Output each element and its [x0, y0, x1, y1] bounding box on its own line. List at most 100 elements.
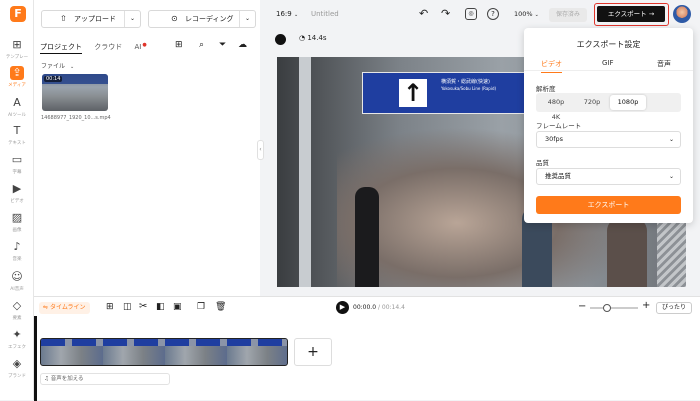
- chevron-down-icon: ⌄: [293, 12, 299, 18]
- record-button[interactable]: ⊙ レコーディング ⌄: [148, 10, 256, 28]
- sidebar-item-label: テンプレー: [5, 55, 29, 60]
- chevron-down-icon[interactable]: ⌄: [239, 11, 255, 27]
- sidebar-item-elements[interactable]: ◇ 要素: [0, 299, 34, 329]
- clip-filmstrip: [41, 339, 287, 346]
- help-icon[interactable]: ?: [487, 8, 499, 20]
- sidebar-item-label: ビデオ: [10, 199, 24, 204]
- crop-icon[interactable]: ◧: [156, 302, 165, 312]
- time-total: 00:14.4: [381, 304, 405, 311]
- media-icon: ⇪: [10, 66, 24, 80]
- divider: [524, 70, 693, 71]
- chevron-down-icon[interactable]: ⌄: [124, 11, 140, 27]
- framerate-value: 30fps: [545, 135, 564, 143]
- tab-gif[interactable]: GIF: [602, 59, 614, 67]
- upload-label: アップロード: [74, 15, 116, 23]
- export-top-button[interactable]: エクスポート →: [597, 6, 665, 22]
- zoom-dropdown[interactable]: 100% ⌄: [514, 10, 539, 18]
- cloud-icon[interactable]: ☁: [238, 40, 247, 50]
- chevron-down-icon: ⌄: [668, 136, 674, 143]
- resolution-480p[interactable]: 480p: [538, 95, 574, 110]
- export-confirm-button[interactable]: エクスポート: [536, 196, 681, 214]
- duration-display[interactable]: ◔ 14.4s: [299, 34, 327, 42]
- video-clip[interactable]: [40, 338, 288, 366]
- station-sign: ↑ 横須賀・総武線(快速) Yokosuka/Sobu Line (Rapid): [362, 72, 533, 114]
- timeline-toggle[interactable]: ⇋ タイムライン: [39, 302, 90, 314]
- sidebar-item-label: 画像: [12, 228, 22, 233]
- ai-tools-icon: A: [13, 96, 21, 109]
- quality-select[interactable]: 推奨品質 ⌄: [536, 168, 681, 185]
- framerate-select[interactable]: 30fps ⌄: [536, 131, 681, 148]
- arrow-right-icon: →: [648, 10, 655, 18]
- add-audio-button[interactable]: ♫ 音声を加える: [40, 373, 170, 385]
- subtitle-icon[interactable]: ▣: [173, 302, 182, 312]
- fit-button[interactable]: ぴったり: [656, 302, 692, 314]
- sidebar-item-brand[interactable]: ◈ ブランド: [0, 357, 34, 387]
- resolution-1080p[interactable]: 1080p: [610, 95, 646, 110]
- sidebar-item-effects[interactable]: ✦ エフェク: [0, 328, 34, 358]
- person-silhouette: [355, 187, 379, 287]
- media-thumbnail[interactable]: 00:14: [42, 74, 108, 111]
- left-rail: F ⊞ テンプレー ⇪ メディア A AIツール T テキスト ▭ 字幕 ▶ ビデオ ▨ 画像 ♪ 音楽 ☺ AI…: [0, 0, 34, 400]
- sidebar-item-video[interactable]: ▶ ビデオ: [0, 182, 34, 212]
- resolution-label: 解析度: [536, 85, 556, 93]
- sidebar-item-image[interactable]: ▨ 画像: [0, 211, 34, 241]
- tab-project[interactable]: プロジェクト: [40, 43, 82, 54]
- project-title[interactable]: Untitled: [311, 10, 339, 18]
- framerate-label: フレームレート: [536, 122, 582, 130]
- ai-badge-dot: ●: [142, 42, 147, 48]
- sidebar-item-media[interactable]: ⇪ メディア: [0, 66, 34, 96]
- sign-arrow: ↑: [399, 79, 427, 107]
- background-color-swatch[interactable]: [275, 34, 286, 45]
- undo-icon[interactable]: ↶: [419, 7, 428, 20]
- tab-cloud[interactable]: クラウド: [94, 43, 122, 51]
- play-icon[interactable]: ▶: [336, 301, 349, 314]
- resolution-720p[interactable]: 720p: [574, 95, 610, 110]
- upload-icon: ⇧: [60, 14, 67, 23]
- tab-ai[interactable]: AI: [134, 43, 141, 51]
- brand-icon: ◈: [12, 357, 22, 370]
- collapse-panel-handle[interactable]: ‹: [257, 140, 264, 160]
- sidebar-item-label: AI音声: [10, 287, 24, 292]
- zoom-label: 100%: [514, 10, 533, 18]
- folder-dropdown[interactable]: ファイル ⌄: [41, 61, 74, 70]
- image-icon: ▨: [11, 211, 23, 224]
- app-logo-icon: F: [10, 6, 26, 22]
- split-icon[interactable]: ◫: [123, 302, 132, 312]
- upload-button[interactable]: ⇧ アップロード ⌄: [41, 10, 141, 28]
- resolution-segmented: 480p 720p 1080p4K: [536, 93, 681, 121]
- aspect-ratio-label: 16:9: [276, 10, 292, 18]
- scissors-icon[interactable]: ✂: [139, 301, 147, 312]
- add-track-button[interactable]: +: [294, 338, 332, 366]
- add-clip-icon[interactable]: ⊞: [106, 302, 114, 312]
- effects-icon: ✦: [12, 328, 22, 341]
- delete-icon[interactable]: 🗑: [215, 302, 226, 312]
- music-icon: ♪: [13, 240, 21, 253]
- saved-status: 保存済み: [549, 8, 587, 22]
- zoom-in-icon[interactable]: +: [642, 300, 650, 311]
- redo-icon[interactable]: ↷: [441, 7, 450, 20]
- duplicate-icon[interactable]: ❐: [197, 302, 205, 312]
- sidebar-item-music[interactable]: ♪ 音楽: [0, 240, 34, 270]
- elements-icon: ◇: [12, 299, 22, 312]
- sidebar-item-template[interactable]: ⊞ テンプレー: [0, 38, 34, 68]
- screenshot-icon[interactable]: ◎: [465, 8, 477, 20]
- filter-icon[interactable]: ⏷: [219, 40, 226, 50]
- sidebar-item-label: エフェク: [8, 345, 26, 350]
- sidebar-item-ai-tools[interactable]: A AIツール: [0, 96, 34, 126]
- zoom-slider-thumb[interactable]: [603, 304, 611, 312]
- sidebar-item-ai-voice[interactable]: ☺ AI音声: [0, 270, 34, 300]
- search-icon[interactable]: ⌕: [199, 40, 204, 50]
- avatar[interactable]: [673, 5, 691, 23]
- sidebar-item-label: テキスト: [8, 141, 26, 146]
- video-icon: ▶: [12, 182, 22, 195]
- aspect-ratio-dropdown[interactable]: 16:9 ⌄: [276, 10, 298, 18]
- sidebar-item-text[interactable]: T テキスト: [0, 124, 34, 154]
- playhead[interactable]: [34, 316, 37, 401]
- timer-icon: ◔: [299, 34, 306, 42]
- sidebar-item-subtitles[interactable]: ▭ 字幕: [0, 153, 34, 183]
- zoom-slider[interactable]: [590, 304, 638, 312]
- tab-audio[interactable]: 音声: [657, 59, 671, 69]
- ai-voice-icon: ☺: [11, 270, 23, 283]
- zoom-out-icon[interactable]: −: [578, 301, 586, 312]
- new-folder-icon[interactable]: ⊞: [175, 40, 183, 50]
